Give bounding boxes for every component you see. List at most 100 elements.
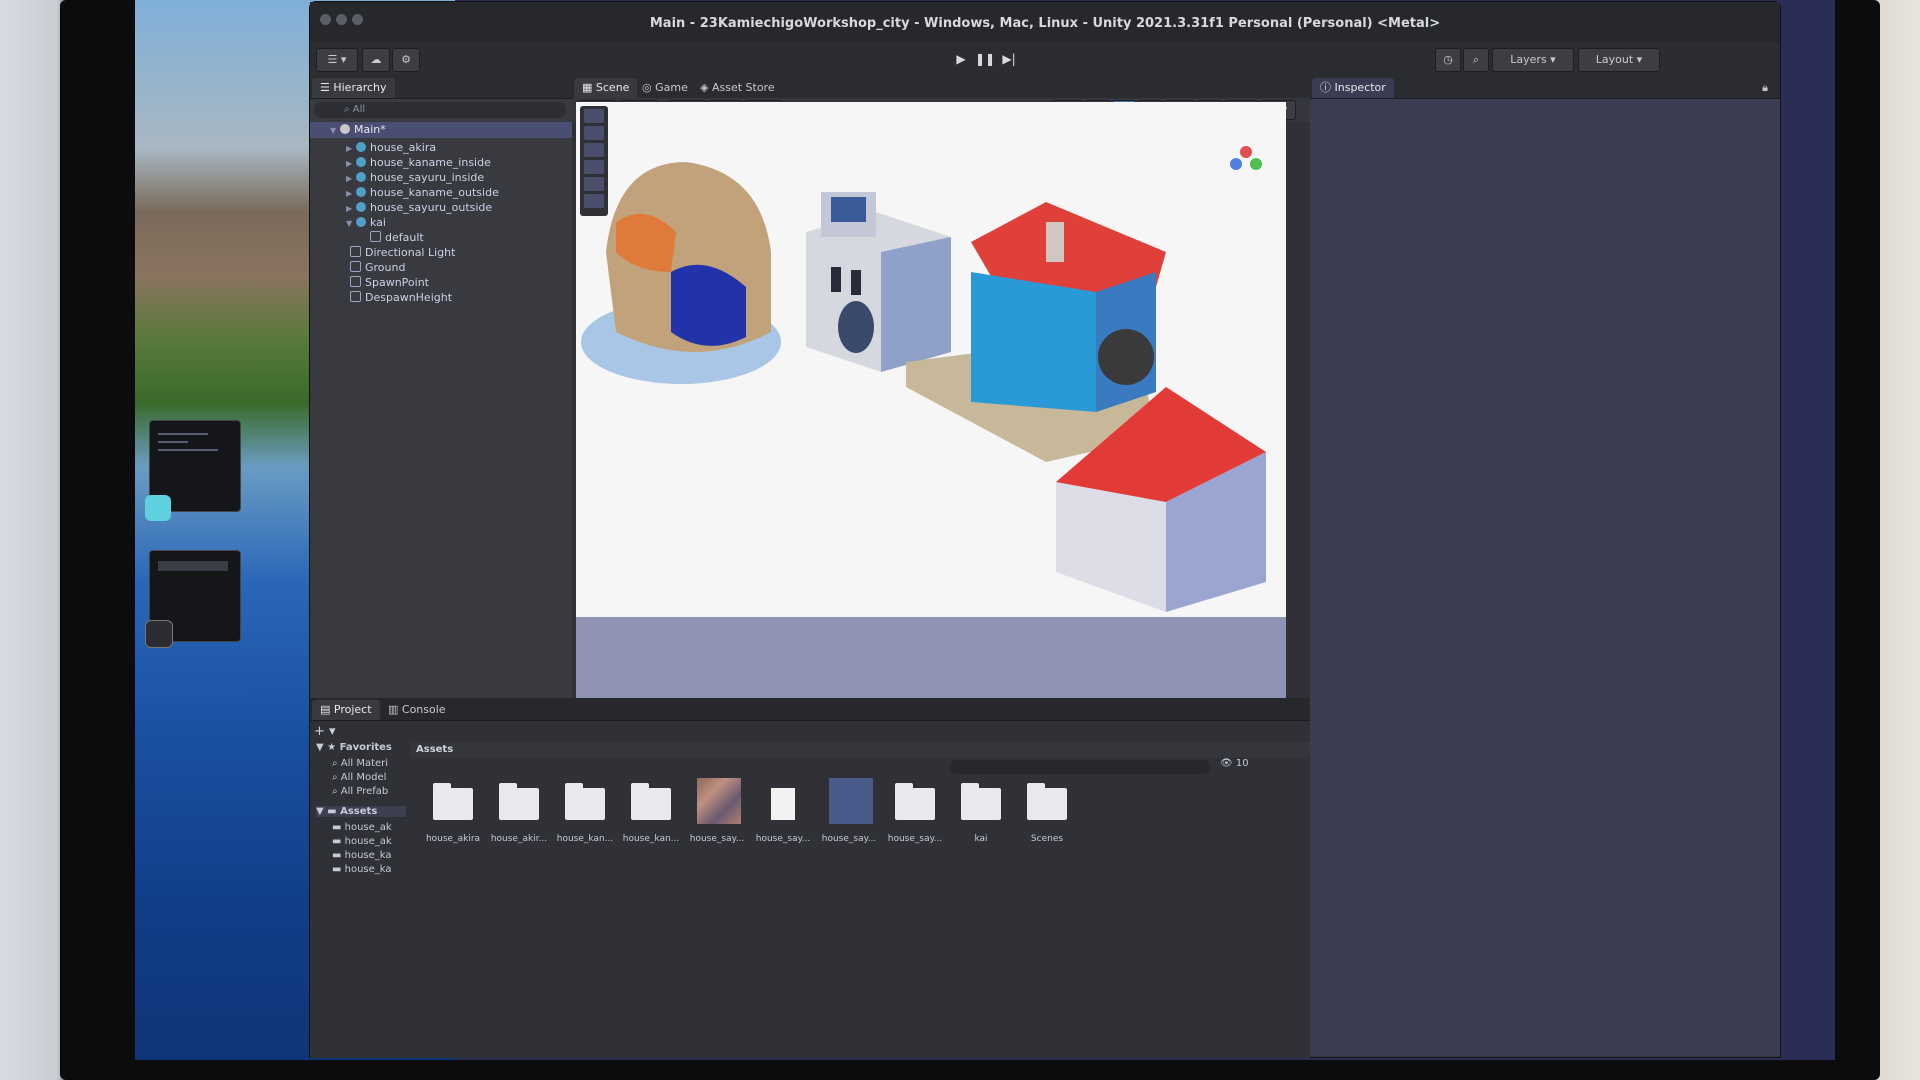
asset-tile[interactable]: house_akir...: [486, 778, 552, 868]
assets-root-item[interactable]: ▼ ▬ Assets: [316, 806, 406, 817]
move-tool-icon[interactable]: [584, 126, 604, 140]
layers-dropdown[interactable]: Layers ▾: [1492, 48, 1574, 72]
account-dropdown[interactable]: ☰ ▾: [316, 48, 358, 72]
texture-thumbnail-icon: [697, 778, 741, 824]
favorites-item-label: All Prefab: [340, 786, 389, 797]
scene-root-label: Main*: [354, 123, 386, 136]
step-icon[interactable]: ▶|: [998, 48, 1020, 70]
water-wheel: [1098, 329, 1154, 385]
monitor-screen: Main - 23KamiechigoWorkshop_city - Windo…: [135, 0, 1835, 1060]
collab-icon[interactable]: ⚙: [392, 48, 420, 72]
asset-tile[interactable]: house_say...: [750, 778, 816, 868]
asset-tree-item-label: house_ak: [344, 836, 392, 847]
pause-icon[interactable]: ❚❚: [974, 48, 996, 70]
asset-tile[interactable]: house_say...: [882, 778, 948, 868]
rect-tool-icon[interactable]: [584, 177, 604, 191]
asset-label: house_akir...: [490, 834, 548, 844]
tab-game[interactable]: ◎ Game: [634, 78, 696, 98]
expand-arrow-icon[interactable]: ▶: [346, 171, 356, 186]
hierarchy-item[interactable]: SpawnPoint: [340, 275, 429, 290]
white-house-roof-box: [831, 197, 866, 222]
cloud-icon[interactable]: ☁: [362, 48, 390, 72]
project-search-input[interactable]: [950, 760, 1210, 774]
app-icon[interactable]: [145, 495, 171, 521]
lock-icon[interactable]: 🔒︎: [1754, 78, 1776, 98]
asset-tree-item[interactable]: ▬ house_ak: [332, 822, 392, 833]
title-bar: Main - 23KamiechigoWorkshop_city - Windo…: [310, 2, 1780, 43]
expand-arrow-icon[interactable]: ▶: [346, 201, 356, 216]
favorites-item[interactable]: ⌕ All Model: [332, 772, 386, 783]
asset-tile[interactable]: house_kan...: [618, 778, 684, 868]
cube-icon: [370, 231, 381, 242]
hierarchy-item[interactable]: DespawnHeight: [340, 290, 452, 305]
hierarchy-item[interactable]: ▶ house_akira: [346, 140, 436, 155]
tab-project[interactable]: ▤ Project: [312, 700, 380, 720]
create-button[interactable]: + ▾: [314, 724, 336, 739]
expand-arrow-icon[interactable]: ▼: [346, 216, 356, 231]
window-shape: [831, 267, 841, 292]
hierarchy-item[interactable]: Directional Light: [340, 245, 455, 260]
tab-scene[interactable]: ▦ Scene: [574, 78, 638, 98]
asset-tile[interactable]: house_akira: [420, 778, 486, 868]
asset-tile[interactable]: house_kan...: [552, 778, 618, 868]
tab-inspector[interactable]: ⓘ Inspector: [1312, 78, 1394, 98]
hierarchy-item[interactable]: ▶ house_sayuru_outside: [346, 200, 492, 215]
asset-label: house_akira: [425, 834, 481, 844]
assets-breadcrumb[interactable]: Assets: [416, 742, 453, 758]
folder-icon: [1027, 783, 1067, 820]
layout-label: Layout: [1595, 53, 1634, 66]
asset-tree-item[interactable]: ▬ house_ka: [332, 864, 392, 875]
favorites-item[interactable]: ⌕ All Materi: [332, 758, 388, 769]
prefab-sphere-icon: [356, 172, 366, 182]
asset-tile[interactable]: house_say...: [684, 778, 750, 868]
favorites-header[interactable]: ▼ ★ Favorites: [316, 742, 392, 753]
white-house-door: [838, 301, 874, 353]
asset-tree-item[interactable]: ▬ house_ak: [332, 836, 392, 847]
history-icon[interactable]: ◷: [1435, 48, 1461, 72]
cube-icon: [350, 276, 361, 287]
hierarchy-panel: ☰ Hierarchy ⌕ All ▼ Main* ▶ house_akira ▶ ho…: [310, 76, 572, 698]
asset-label: house_say...: [689, 834, 745, 844]
scene-tab-label: Scene: [595, 81, 630, 94]
transform-tool-icon[interactable]: [584, 194, 604, 208]
layout-dropdown[interactable]: Layout ▾: [1578, 48, 1660, 72]
assets-root-label: Assets: [340, 806, 378, 817]
asset-store-tab-label: Asset Store: [711, 81, 775, 94]
asset-tile[interactable]: house_say...: [816, 778, 882, 868]
asset-label: house_kan...: [622, 834, 680, 844]
rotate-tool-icon[interactable]: [584, 143, 604, 157]
scene-gizmo[interactable]: [1230, 146, 1262, 170]
hierarchy-item[interactable]: default: [360, 230, 424, 245]
hierarchy-search-input[interactable]: ⌕ All: [314, 102, 566, 118]
hierarchy-item[interactable]: ▶ house_sayuru_inside: [346, 170, 484, 185]
project-panel: ▤ Project ▥ Console + ▾ ▼ ★ Favorites ⌕ …: [310, 698, 1310, 1058]
tab-console[interactable]: ▥ Console: [380, 700, 454, 720]
hierarchy-item[interactable]: ▼ kai: [346, 215, 386, 230]
hierarchy-item[interactable]: ▶ house_kaname_outside: [346, 185, 499, 200]
tab-hierarchy[interactable]: ☰ Hierarchy: [312, 78, 395, 98]
inspector-panel: ⓘ Inspector 🔒︎: [1310, 76, 1780, 1056]
folder-icon: [433, 783, 473, 820]
hierarchy-root-row[interactable]: ▼ Main*: [310, 122, 572, 138]
play-icon[interactable]: ▶: [950, 48, 972, 70]
unity-hub-icon[interactable]: [145, 620, 173, 648]
asset-tree-item[interactable]: ▬ house_ka: [332, 850, 392, 861]
favorites-item[interactable]: ⌕ All Prefab: [332, 786, 388, 797]
favorites-item-label: All Materi: [340, 758, 389, 769]
scale-tool-icon[interactable]: [584, 160, 604, 174]
folder-icon: [631, 783, 671, 820]
expand-arrow-icon[interactable]: ▶: [346, 141, 356, 156]
project-tabbar: ▤ Project ▥ Console: [310, 698, 1310, 721]
hand-tool-icon[interactable]: [584, 109, 604, 123]
asset-tree-item-label: house_ka: [344, 864, 392, 875]
asset-tile[interactable]: Scenes: [1014, 778, 1080, 868]
hierarchy-item[interactable]: Ground: [340, 260, 405, 275]
hierarchy-item[interactable]: ▶ house_kaname_inside: [346, 155, 491, 170]
expand-arrow-icon[interactable]: ▶: [346, 156, 356, 171]
expand-arrow-icon[interactable]: ▶: [346, 186, 356, 201]
search-icon[interactable]: ⌕: [1463, 48, 1489, 72]
folder-icon: [895, 783, 935, 820]
favorites-item-label: All Model: [340, 772, 387, 783]
asset-tile[interactable]: kai: [948, 778, 1014, 868]
tab-asset-store[interactable]: ◈ Asset Store: [692, 78, 783, 98]
